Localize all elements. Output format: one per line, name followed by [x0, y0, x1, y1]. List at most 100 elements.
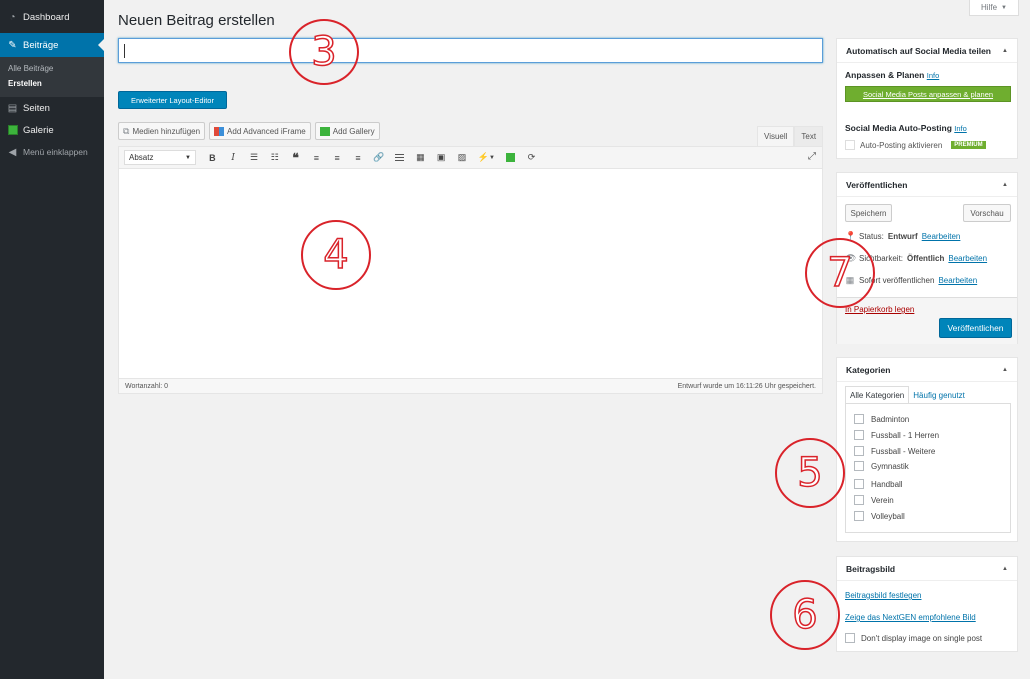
- refresh-icon[interactable]: ⟳: [521, 150, 542, 166]
- box-header[interactable]: Automatisch auf Social Media teilen ▲: [837, 39, 1017, 63]
- toolbar-toggle-icon[interactable]: ▦: [410, 150, 431, 166]
- read-more-icon[interactable]: [389, 150, 410, 166]
- menu-beitraege[interactable]: ✎ Beiträge: [0, 33, 104, 57]
- anpassen-row: Anpassen & Planen Info: [845, 70, 940, 80]
- bold-icon[interactable]: B: [202, 150, 223, 166]
- category-checkbox[interactable]: [854, 446, 864, 456]
- annotation-circle-7: 7: [805, 238, 875, 308]
- iframe-icon: [214, 126, 225, 136]
- editor-toolbar: Absatz ▼ B I ☰ ☷ ❝ ≡ ≡ ≡ 🔗 ▦ ▣ ▨ ⚡ ▼ ⟳ ⤢: [119, 147, 822, 169]
- trash-link[interactable]: In Papierkorb legen: [845, 305, 914, 314]
- social-posts-button[interactable]: Social Media Posts anpassen & planen: [845, 86, 1011, 102]
- fullscreen-icon[interactable]: ⤢: [808, 151, 816, 162]
- word-count: Wortanzahl: 0: [125, 382, 169, 390]
- box-header[interactable]: Beitragsbild ▲: [837, 557, 1017, 581]
- link-icon[interactable]: 🔗: [368, 150, 389, 166]
- nextgen-icon[interactable]: [500, 150, 521, 166]
- magic-wand-icon[interactable]: ⚡ ▼: [472, 150, 500, 166]
- gallery-icon: [7, 125, 18, 135]
- media-icon: ⧉: [123, 125, 130, 136]
- editor-status-bar: Wortanzahl: 0 Entwurf wurde um 16:11:26 …: [119, 378, 822, 393]
- categories-box: Kategorien ▲ Alle Kategorien Häufig genu…: [836, 357, 1018, 542]
- preview-button[interactable]: Vorschau: [963, 204, 1011, 222]
- category-checkbox[interactable]: [854, 495, 864, 505]
- nextgen-featured-link[interactable]: Zeige das NextGEN empfohlene Bild: [845, 613, 976, 622]
- edit-schedule-link[interactable]: Bearbeiten: [938, 276, 977, 285]
- publish-actions: In Papierkorb legen Veröffentlichen: [837, 297, 1017, 344]
- collapse-arrow-icon[interactable]: ▲: [1002, 566, 1008, 572]
- category-item[interactable]: Fussball - 1 Herren: [854, 430, 939, 440]
- admin-sidebar: ◔ Dashboard ✎ Beiträge Alle Beiträge Ers…: [0, 0, 104, 679]
- publish-button[interactable]: Veröffentlichen: [939, 318, 1012, 338]
- submenu-erstellen[interactable]: Erstellen: [0, 76, 104, 91]
- tab-text[interactable]: Text: [794, 126, 824, 146]
- editor-content-area[interactable]: [119, 169, 822, 379]
- image-gallery-icon[interactable]: ▨: [452, 150, 473, 166]
- category-item[interactable]: Verein: [854, 495, 894, 505]
- category-checkbox[interactable]: [854, 430, 864, 440]
- beitraege-submenu: Alle Beiträge Erstellen: [0, 57, 104, 97]
- category-item[interactable]: Handball: [854, 479, 903, 489]
- align-left-icon[interactable]: ≡: [306, 150, 327, 166]
- category-item[interactable]: Volleyball: [854, 511, 905, 521]
- add-iframe-button[interactable]: Add Advanced iFrame: [209, 122, 311, 140]
- save-draft-button[interactable]: Speichern: [845, 204, 892, 222]
- annotation-circle-4: 4: [301, 220, 371, 290]
- annotation-circle-3: 3: [289, 19, 359, 85]
- pin-icon: ✎: [8, 39, 17, 51]
- collapse-arrow-icon[interactable]: ▲: [1002, 182, 1008, 188]
- category-checkbox[interactable]: [854, 414, 864, 424]
- box-header[interactable]: Veröffentlichen ▲: [837, 173, 1017, 197]
- tab-most-used[interactable]: Häufig genutzt: [909, 386, 969, 404]
- category-checkbox[interactable]: [854, 461, 864, 471]
- align-center-icon[interactable]: ≡: [327, 150, 348, 166]
- category-item[interactable]: Badminton: [854, 414, 909, 424]
- italic-icon[interactable]: I: [223, 150, 244, 166]
- edit-visibility-link[interactable]: Bearbeiten: [948, 254, 987, 263]
- add-gallery-button[interactable]: Add Gallery: [314, 122, 380, 140]
- collapse-arrow-icon[interactable]: ▲: [1002, 48, 1008, 54]
- menu-seiten[interactable]: ▤ Seiten: [0, 97, 104, 119]
- auto-posting-checkbox[interactable]: [845, 140, 855, 150]
- category-tabs: Alle Kategorien Häufig genutzt: [845, 386, 969, 404]
- help-button[interactable]: Hilfe ▼: [969, 0, 1019, 16]
- format-select[interactable]: Absatz ▼: [124, 150, 196, 165]
- collapse-arrow-icon[interactable]: ▲: [1002, 367, 1008, 373]
- category-item[interactable]: Gymnastik: [854, 461, 909, 471]
- annotation-circle-5: 5: [775, 438, 845, 508]
- read-more-bar: [395, 154, 405, 161]
- tab-visual[interactable]: Visuell: [757, 126, 795, 146]
- bullet-list-icon[interactable]: ☰: [244, 150, 265, 166]
- layout-editor-button[interactable]: Erweiterter Layout-Editor: [118, 91, 227, 109]
- text-caret: [124, 44, 125, 58]
- auto-posting-row: Social Media Auto-Posting Info: [845, 123, 967, 133]
- featured-image-box: Beitragsbild ▲ Beitragsbild festlegen Ze…: [836, 556, 1018, 652]
- info-link[interactable]: Info: [927, 71, 940, 80]
- box-header[interactable]: Kategorien ▲: [837, 358, 1017, 382]
- category-checkbox[interactable]: [854, 511, 864, 521]
- form-icon[interactable]: ▣: [431, 150, 452, 166]
- numbered-list-icon[interactable]: ☷: [264, 150, 285, 166]
- annotation-circle-6: 6: [770, 580, 840, 650]
- menu-collapse[interactable]: ◀ Menü einklappen: [0, 141, 104, 163]
- edit-status-link[interactable]: Bearbeiten: [922, 232, 961, 241]
- chevron-down-icon: ▼: [185, 154, 191, 161]
- set-featured-image-link[interactable]: Beitragsbild festlegen: [845, 591, 922, 600]
- submenu-alle-beitraege[interactable]: Alle Beiträge: [0, 61, 104, 76]
- category-item[interactable]: Fussball - Weitere: [854, 446, 935, 456]
- category-checkbox[interactable]: [854, 479, 864, 489]
- premium-badge: PREMIUM: [951, 141, 986, 149]
- dont-display-checkbox[interactable]: [845, 633, 855, 643]
- add-media-button[interactable]: ⧉ Medien hinzufügen: [118, 122, 206, 140]
- tab-all-categories[interactable]: Alle Kategorien: [845, 386, 910, 404]
- pages-icon: ▤: [7, 102, 18, 114]
- quote-icon[interactable]: ❝: [285, 150, 306, 166]
- info-link[interactable]: Info: [954, 124, 967, 133]
- dont-display-option: Don't display image on single post: [845, 633, 982, 643]
- menu-galerie[interactable]: Galerie: [0, 119, 104, 141]
- green-square: [506, 153, 516, 162]
- post-title-input[interactable]: [118, 38, 823, 63]
- align-right-icon[interactable]: ≡: [348, 150, 369, 166]
- menu-dashboard[interactable]: ◔ Dashboard: [0, 6, 104, 28]
- autosave-status: Entwurf wurde um 16:11:26 Uhr gespeicher…: [677, 382, 816, 390]
